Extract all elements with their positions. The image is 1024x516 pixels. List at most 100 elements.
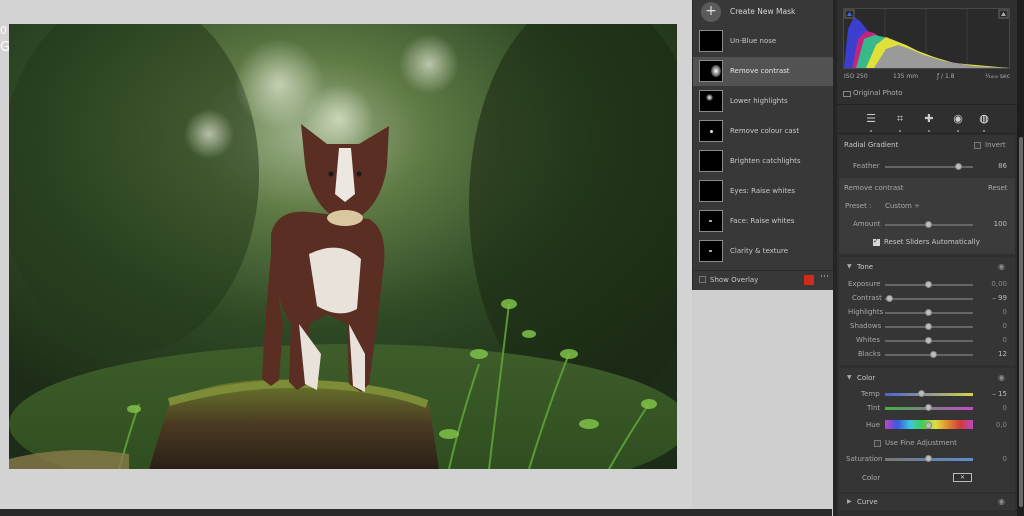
mask-item-brighten-catchlights[interactable]: Brighten catchlights (693, 147, 834, 176)
show-overlay-checkbox[interactable] (699, 276, 706, 283)
mask-thumbnail (699, 60, 723, 82)
collapse-triangle-icon[interactable]: ▼ (847, 374, 852, 381)
saturation-slider-knob[interactable] (925, 455, 932, 462)
radial-gradient-title: Radial Gradient (844, 141, 899, 149)
aperture-readout: ƒ / 1.8 (937, 73, 955, 80)
invert-label: Invert (985, 141, 1006, 149)
color-label: Color (862, 474, 881, 482)
whites-slider-knob[interactable] (925, 337, 932, 344)
blacks-slider-track[interactable] (885, 354, 973, 356)
mask-item-clarity-texture[interactable]: Clarity & texture (693, 237, 834, 266)
scroll-thumb[interactable] (1019, 137, 1023, 507)
blacks-label: Blacks (858, 350, 881, 358)
curve-section: ▶ Curve ◉ (839, 494, 1015, 510)
feather-label: Feather (853, 162, 880, 170)
exposure-label: Exposure (848, 280, 881, 288)
preset-select-arrow[interactable]: ÷ (914, 202, 920, 210)
temp-slider-knob[interactable] (918, 390, 925, 397)
eye-icon[interactable]: ◉ (998, 497, 1005, 506)
mask-item-label: Face: Raise whites (730, 217, 795, 225)
mask-item-label: Eyes: Raise whites (730, 187, 796, 195)
shadows-label: Shadows (850, 322, 882, 330)
photo-preview[interactable] (9, 24, 677, 469)
eye-icon[interactable]: ◉ (998, 262, 1005, 271)
mask-item-label: Un-Blue nose (730, 37, 777, 45)
plus-icon[interactable]: + (701, 2, 721, 22)
contrast-slider-knob[interactable] (886, 295, 893, 302)
histogram (843, 8, 1010, 69)
mask-thumbnail (699, 240, 723, 262)
show-overlay-label: Show Overlay (710, 276, 759, 284)
contrast-slider-track[interactable] (885, 298, 973, 300)
red-eye-icon[interactable]: ◉ (951, 112, 965, 126)
shadows-value[interactable]: 0 (977, 322, 1007, 330)
hue-slider-knob[interactable] (925, 422, 932, 429)
curve-title: Curve (857, 498, 878, 506)
amount-value[interactable]: 100 (977, 220, 1007, 228)
contrast-label: Contrast (852, 294, 882, 302)
partial-label-top: 0 (0, 24, 7, 37)
reset-sliders-label: Reset Sliders Automatically (884, 238, 980, 246)
preset-select[interactable]: Custom (885, 202, 912, 210)
highlights-slider-knob[interactable] (925, 309, 932, 316)
contrast-value[interactable]: – 99 (977, 294, 1007, 302)
mask-item-label: Lower highlights (730, 97, 788, 105)
temp-value[interactable]: – 15 (977, 390, 1007, 398)
invert-checkbox[interactable] (974, 142, 981, 149)
radial-gradient-section: Radial Gradient Invert Feather 86 (839, 135, 1015, 177)
mask-item-un-blue-nose[interactable]: Un-Blue nose (693, 27, 834, 56)
eye-icon[interactable]: ◉ (998, 373, 1005, 382)
mask-thumbnail (699, 30, 723, 52)
tone-title: Tone (857, 263, 874, 271)
healing-icon[interactable]: ✚ (922, 112, 936, 126)
create-new-mask-row[interactable]: + Create New Mask (693, 0, 834, 25)
amount-slider-knob[interactable] (925, 221, 932, 228)
whites-value[interactable]: 0 (977, 336, 1007, 344)
reset-button[interactable]: Reset (988, 184, 1008, 192)
create-new-mask-label: Create New Mask (730, 7, 796, 16)
crop-icon[interactable]: ⌗ (893, 112, 907, 126)
temp-slider-track[interactable] (885, 393, 973, 396)
overlay-color-swatch[interactable] (804, 275, 814, 285)
hue-label: Hue (866, 421, 881, 429)
hue-value[interactable]: 0,0 (977, 421, 1007, 429)
mask-item-label: Clarity & texture (730, 247, 789, 255)
blacks-slider-knob[interactable] (930, 351, 937, 358)
shadows-slider-knob[interactable] (925, 323, 932, 330)
original-photo-label: Original Photo (853, 89, 903, 97)
temp-label: Temp (861, 390, 880, 398)
more-options-icon[interactable]: ⋯ (820, 272, 829, 282)
mask-item-face-raise-whites[interactable]: Face: Raise whites (693, 207, 834, 236)
edit-sliders-icon[interactable]: ☰ (864, 112, 878, 126)
mask-settings-section: Remove contrast Reset Preset : Custom ÷ … (839, 178, 1015, 254)
indicator-dot (983, 130, 985, 132)
filmstrip-bar (0, 509, 832, 516)
tint-slider-knob[interactable] (925, 404, 932, 411)
mask-thumbnail (699, 180, 723, 202)
masking-icon[interactable]: ◍ (977, 112, 991, 126)
feather-slider-knob[interactable] (955, 163, 962, 170)
mask-thumbnail (699, 90, 723, 112)
feather-value[interactable]: 86 (977, 162, 1007, 170)
indicator-dot (957, 130, 959, 132)
expand-triangle-icon[interactable]: ▶ (847, 498, 852, 505)
mask-item-remove-contrast[interactable]: Remove contrast (693, 57, 834, 86)
color-swatch-picker[interactable]: ✕ (953, 473, 972, 482)
mask-item-eyes-raise-whites[interactable]: Eyes: Raise whites (693, 177, 834, 206)
fine-adjustment-checkbox[interactable] (874, 440, 881, 447)
blacks-value[interactable]: 12 (977, 350, 1007, 358)
mask-thumbnail (699, 120, 723, 142)
mask-thumbnail (699, 210, 723, 232)
exposure-value[interactable]: 0,00 (977, 280, 1007, 288)
shutter-readout: ¹⁄₁₆₀₀ sec (985, 73, 1011, 80)
collapse-triangle-icon[interactable]: ▼ (847, 263, 852, 270)
mask-item-lower-highlights[interactable]: Lower highlights (693, 87, 834, 116)
saturation-value[interactable]: 0 (977, 455, 1007, 463)
mask-item-remove-colour-cast[interactable]: Remove colour cast (693, 117, 834, 146)
tone-section: ▼ Tone ◉ Exposure 0,00 Contrast – 99 Hig… (839, 257, 1015, 365)
panel-scrollbar[interactable] (1017, 0, 1024, 516)
indicator-dot (870, 130, 872, 132)
exposure-slider-knob[interactable] (925, 281, 932, 288)
highlights-value[interactable]: 0 (977, 308, 1007, 316)
tint-value[interactable]: 0 (977, 404, 1007, 412)
